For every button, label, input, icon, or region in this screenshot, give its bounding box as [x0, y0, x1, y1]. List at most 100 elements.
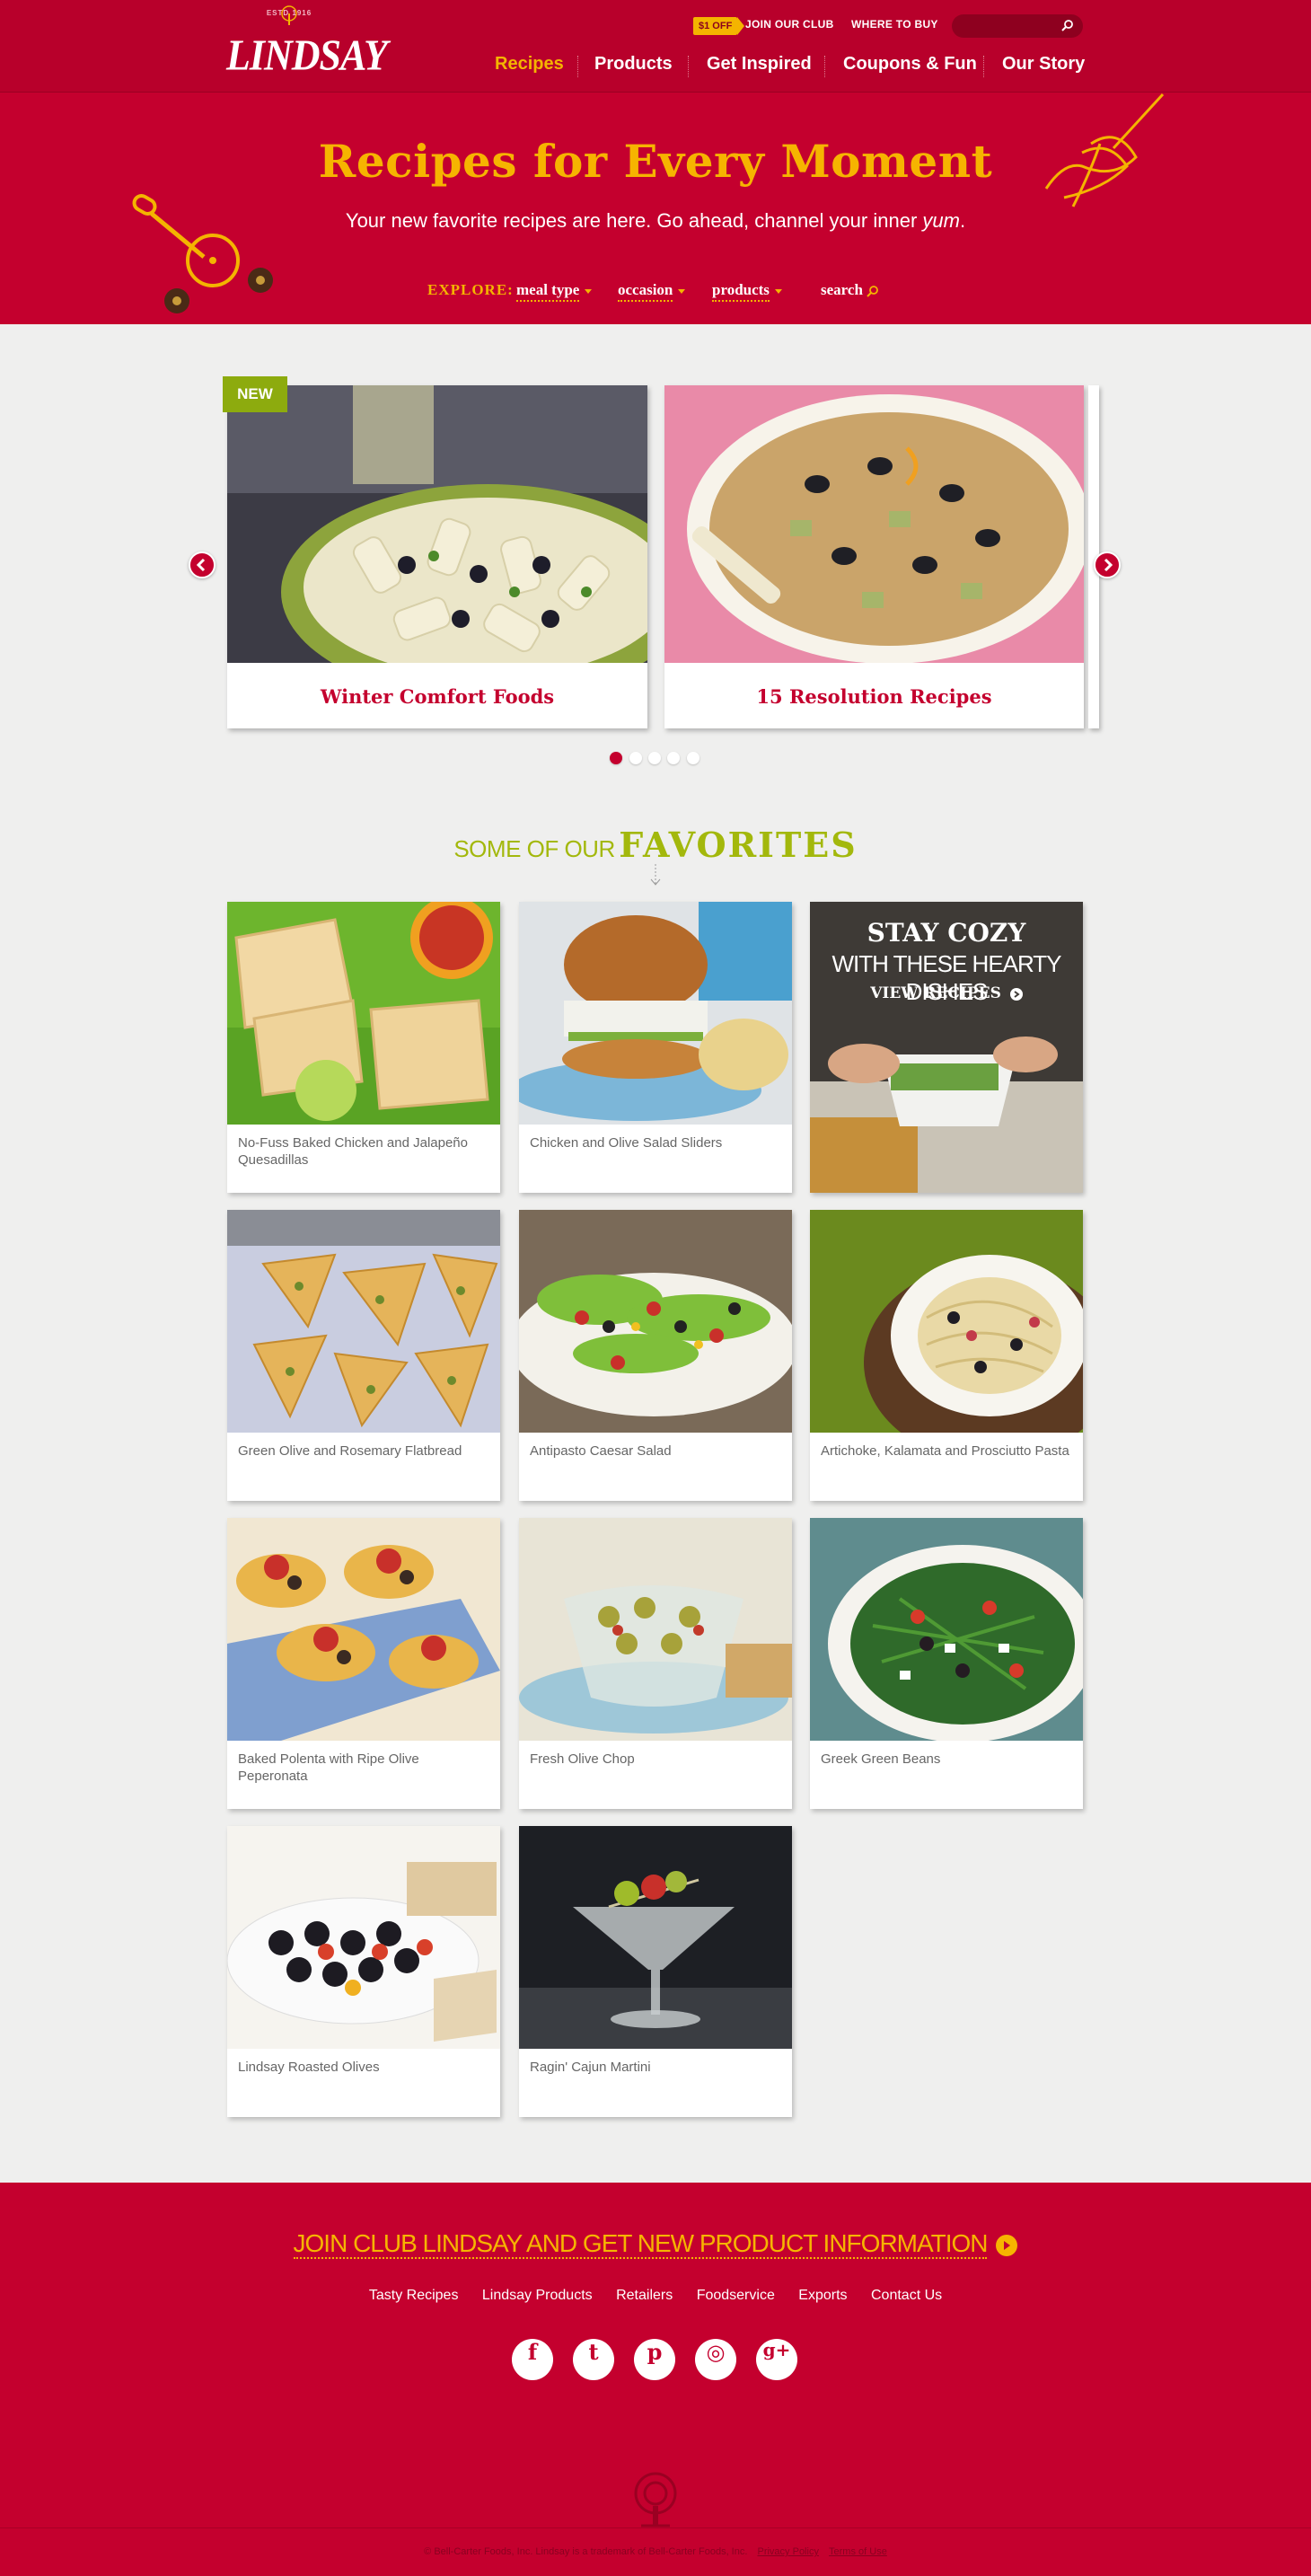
- carousel-card-title: 15 Resolution Recipes: [756, 685, 992, 708]
- footer-link-exports[interactable]: Exports: [798, 2288, 847, 2304]
- nav-recipes[interactable]: Recipes: [495, 54, 564, 77]
- carousel-card[interactable]: 15 Resolution Recipes: [664, 385, 1084, 728]
- pinterest-icon[interactable]: p: [634, 2339, 675, 2380]
- facebook-icon[interactable]: f: [512, 2339, 553, 2380]
- recipe-card-title: Chicken and Olive Salad Sliders: [530, 1135, 723, 1151]
- recipe-photo: [519, 1826, 792, 2049]
- view-recipes-link[interactable]: VIEW RECIPES: [810, 984, 1083, 1002]
- carousel-card[interactable]: Winter Comfort Foods: [227, 385, 647, 728]
- recipe-search-label: search: [821, 281, 863, 298]
- recipe-card-title: Green Olive and Rosemary Flatbread: [238, 1443, 462, 1459]
- recipe-photo: [227, 902, 500, 1125]
- recipe-photo: [227, 1518, 500, 1741]
- twitter-icon[interactable]: t: [573, 2339, 614, 2380]
- recipe-card-title: Lindsay Roasted Olives: [238, 2060, 380, 2075]
- footer-link-retailers[interactable]: Retailers: [616, 2288, 673, 2304]
- filter-occasion[interactable]: occasion: [618, 281, 686, 302]
- nav-our-story[interactable]: Our Story: [1002, 54, 1085, 77]
- subtitle-text: Your new favorite recipes are here. Go a…: [345, 209, 923, 232]
- recipe-card[interactable]: Lindsay Roasted Olives: [227, 1826, 500, 2117]
- legal-text: © Bell-Carter Foods, Inc. Lindsay is a t…: [0, 2546, 1311, 2557]
- carousel-card-title: Winter Comfort Foods: [320, 685, 555, 708]
- privacy-policy-link[interactable]: Privacy Policy: [757, 2546, 818, 2557]
- resolution-recipes-photo: [664, 385, 1084, 663]
- carousel-dot[interactable]: [648, 752, 661, 764]
- google-plus-icon[interactable]: g+: [756, 2339, 797, 2380]
- recipe-card-title: Greek Green Beans: [821, 1751, 941, 1767]
- nav-products[interactable]: Products: [594, 54, 673, 77]
- where-to-buy-link[interactable]: WHERE TO BUY: [851, 18, 938, 31]
- recipe-card[interactable]: No-Fuss Baked Chicken and Jalapeño Quesa…: [227, 902, 500, 1193]
- instagram-icon[interactable]: ◎: [695, 2339, 736, 2380]
- nav-divider: [688, 56, 689, 77]
- arrow-down-icon: [650, 864, 661, 886]
- search-icon: [867, 286, 879, 297]
- copyright-text: © Bell-Carter Foods, Inc. Lindsay is a t…: [424, 2546, 748, 2557]
- recipe-photo: [519, 1210, 792, 1433]
- nav-coupons-fun[interactable]: Coupons & Fun: [843, 54, 977, 77]
- recipe-search-link[interactable]: search: [821, 281, 879, 299]
- favorites-heading-big: FAVORITES: [619, 825, 858, 865]
- recipe-photo: [810, 1210, 1083, 1433]
- lindsay-logo[interactable]: ESTD 1916 LINDSAY: [226, 5, 388, 83]
- recipe-card[interactable]: Antipasto Caesar Salad: [519, 1210, 792, 1501]
- pizza-cutter-olives-illustration: [132, 194, 273, 313]
- carousel-dot[interactable]: [610, 752, 622, 764]
- recipe-photo: [227, 1826, 500, 2049]
- favorites-heading-small: SOME OF OUR: [453, 835, 615, 862]
- view-recipes-label: VIEW RECIPES: [870, 984, 1001, 1002]
- carousel-next-button[interactable]: [1094, 551, 1121, 578]
- footer-link-foodservice[interactable]: Foodservice: [697, 2288, 775, 2304]
- join-club-cta[interactable]: JOIN CLUB LINDSAY AND GET NEW PRODUCT IN…: [0, 2229, 1311, 2259]
- carousel-dot[interactable]: [687, 752, 699, 764]
- footer-links: Tasty Recipes Lindsay Products Retailers…: [0, 2288, 1311, 2304]
- chevron-down-icon: [585, 288, 593, 294]
- recipe-photo: [519, 902, 792, 1125]
- recipe-photo: [810, 1518, 1083, 1741]
- terms-of-use-link[interactable]: Terms of Use: [829, 2546, 887, 2557]
- favorites-heading: SOME OF OUR FAVORITES: [0, 825, 1311, 865]
- carousel-dot[interactable]: [667, 752, 680, 764]
- carousel-prev-button[interactable]: [189, 551, 216, 578]
- tree-icon: [634, 2472, 677, 2527]
- recipe-card[interactable]: Chicken and Olive Salad Sliders: [519, 902, 792, 1193]
- offer-badge[interactable]: $1 OFF: [693, 17, 745, 35]
- nav-divider: [824, 56, 825, 77]
- recipe-card-title: Antipasto Caesar Salad: [530, 1443, 672, 1459]
- recipe-card-title: Fresh Olive Chop: [530, 1751, 635, 1767]
- recipe-card[interactable]: Artichoke, Kalamata and Prosciutto Pasta: [810, 1210, 1083, 1501]
- footer-link-tasty-recipes[interactable]: Tasty Recipes: [369, 2288, 459, 2304]
- recipe-card[interactable]: Fresh Olive Chop: [519, 1518, 792, 1809]
- filter-meal-type[interactable]: meal type: [516, 281, 593, 302]
- filter-meal-type-label: meal type: [516, 281, 580, 302]
- page-subtitle: Your new favorite recipes are here. Go a…: [0, 209, 1311, 233]
- logo-estd: ESTD 1916: [266, 9, 312, 17]
- recipe-card[interactable]: Ragin' Cajun Martini: [519, 1826, 792, 2117]
- subtitle-end: .: [959, 209, 966, 232]
- join-club-link[interactable]: JOIN OUR CLUB: [745, 18, 834, 31]
- recipe-card-title: Artichoke, Kalamata and Prosciutto Pasta: [821, 1443, 1069, 1459]
- chevron-down-icon: [774, 288, 782, 294]
- explore-label: EXPLORE:: [427, 281, 514, 298]
- recipe-card[interactable]: Baked Polenta with Ripe Olive Peperonata: [227, 1518, 500, 1809]
- page-title: Recipes for Every Moment: [318, 135, 993, 188]
- join-club-cta-label: JOIN CLUB LINDSAY AND GET NEW PRODUCT IN…: [293, 2229, 988, 2259]
- new-badge: NEW: [223, 376, 287, 412]
- search-icon[interactable]: [1061, 19, 1074, 31]
- nav-get-inspired[interactable]: Get Inspired: [707, 54, 812, 77]
- site-header: [0, 0, 1311, 93]
- promo-title: STAY COZY: [867, 918, 1026, 948]
- recipe-card[interactable]: Green Olive and Rosemary Flatbread: [227, 1210, 500, 1501]
- recipe-card[interactable]: Greek Green Beans: [810, 1518, 1083, 1809]
- header-search-input[interactable]: [952, 14, 1083, 38]
- recipe-card-title: Baked Polenta with Ripe Olive Peperonata: [238, 1751, 419, 1784]
- footer-link-lindsay-products[interactable]: Lindsay Products: [482, 2288, 593, 2304]
- chevron-down-icon: [678, 288, 686, 294]
- carousel-dot[interactable]: [629, 752, 642, 764]
- filter-products[interactable]: products: [712, 281, 782, 302]
- footer-link-contact-us[interactable]: Contact Us: [871, 2288, 942, 2304]
- winter-comfort-foods-photo: [227, 385, 647, 663]
- promo-card[interactable]: STAY COZY WITH THESE HEARTY DISHES VIEW …: [810, 902, 1083, 1193]
- recipe-photo: [227, 1210, 500, 1433]
- recipe-card-title: No-Fuss Baked Chicken and Jalapeño Quesa…: [238, 1135, 468, 1168]
